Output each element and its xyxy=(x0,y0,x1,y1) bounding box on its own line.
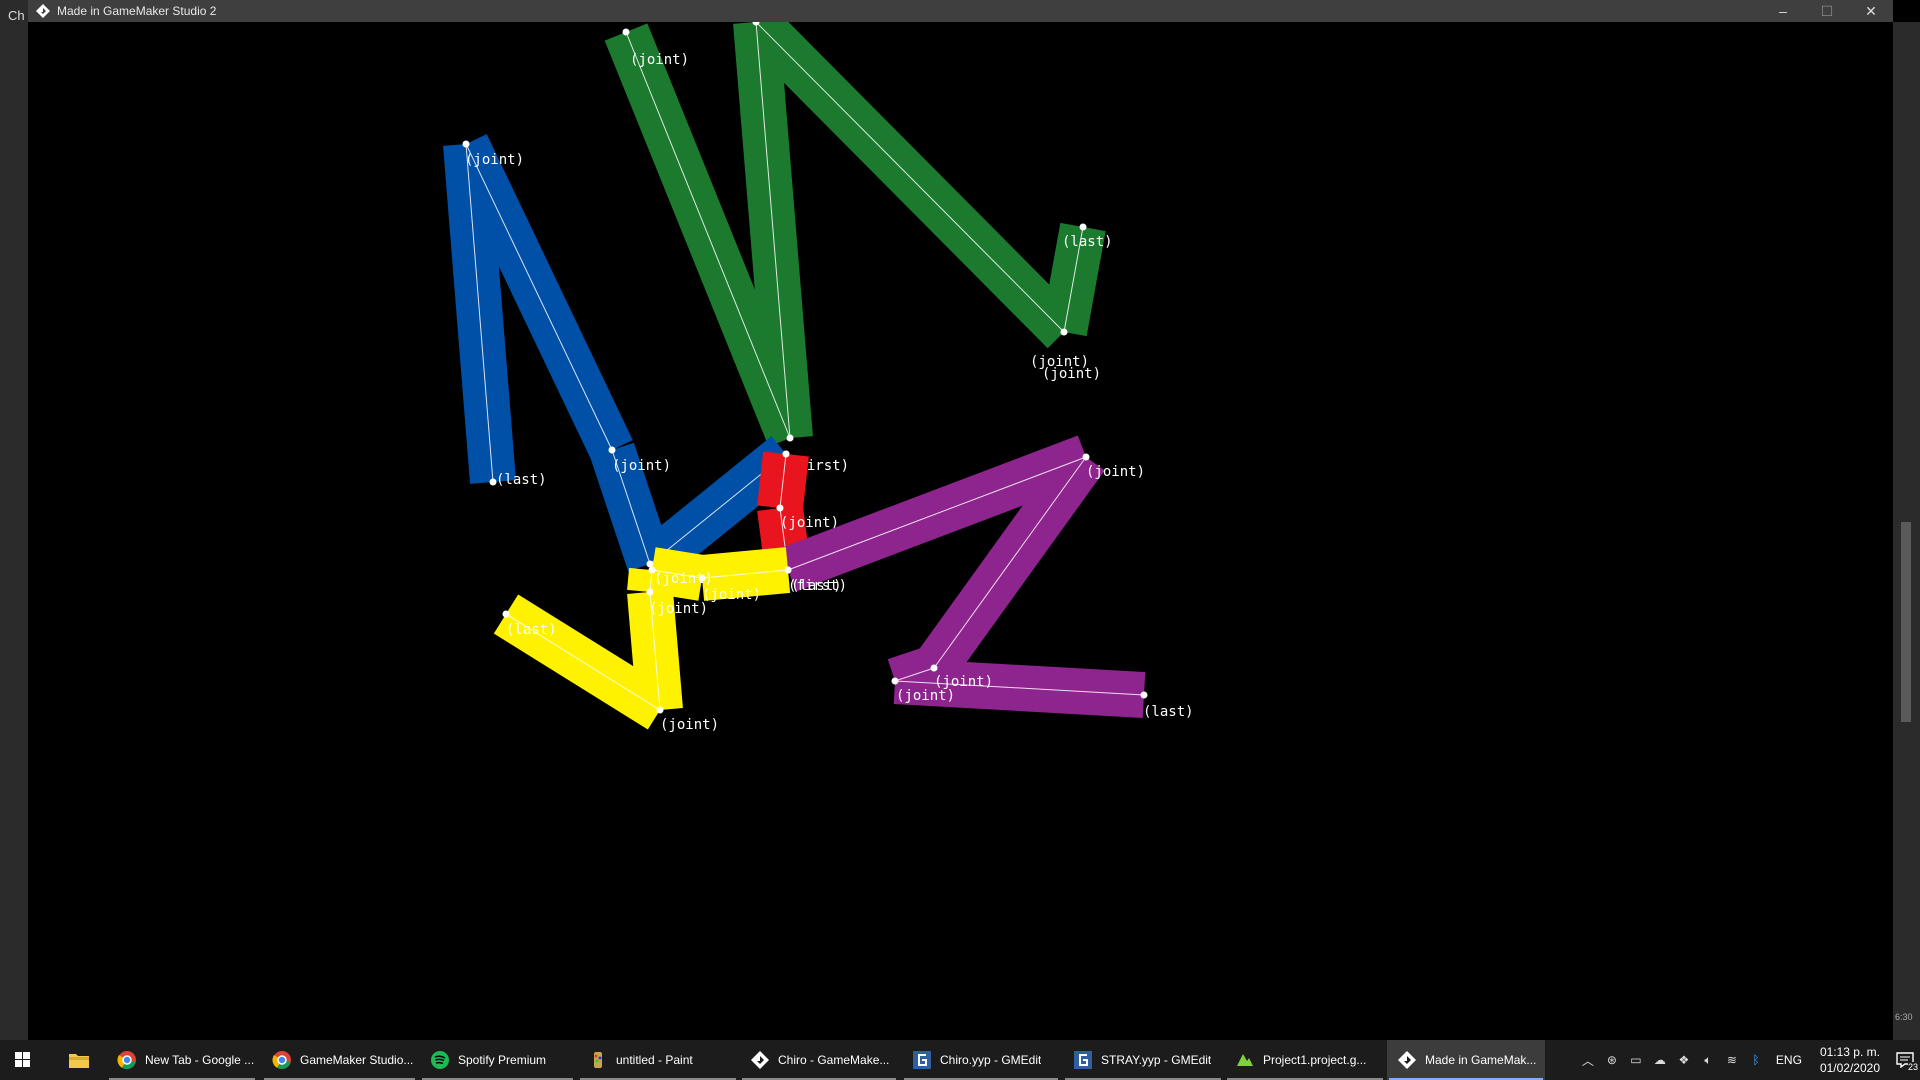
taskbar-app-button[interactable]: Made in GameMak... xyxy=(1387,1040,1545,1080)
yellow-label: (joint) xyxy=(654,571,713,587)
blue-label: (joint) xyxy=(612,458,671,474)
yellow-label: (joint) xyxy=(660,717,719,733)
clock-time: 01:13 p. m. xyxy=(1819,1045,1880,1059)
taskbar-app-button[interactable]: Project1.project.g... xyxy=(1225,1040,1385,1080)
project-icon xyxy=(1237,1054,1253,1066)
desktop: Ch 6:30 Made in GameMaker Studio 2 – ☐ ✕… xyxy=(0,0,1920,1080)
taskbar-app-button[interactable]: Chiro - GameMake... xyxy=(740,1040,898,1080)
taskbar-app-label: untitled - Paint xyxy=(616,1053,693,1067)
language-indicator[interactable]: ENG xyxy=(1776,1052,1802,1068)
green-joint-dot[interactable] xyxy=(1060,328,1068,336)
taskbar-app-label: GameMaker Studio... xyxy=(300,1053,414,1067)
purple-joint-dot[interactable] xyxy=(930,664,938,672)
yellow-joint-dot[interactable] xyxy=(646,588,654,596)
taskbar-app-label: Spotify Premium xyxy=(458,1053,547,1067)
green-bone-line xyxy=(755,22,1065,333)
blue-label: (last) xyxy=(496,472,547,488)
purple-label: (joint) xyxy=(896,688,955,704)
purple-joint-dot[interactable] xyxy=(1082,453,1090,461)
cloud-icon[interactable]: ☁ xyxy=(1652,1052,1668,1068)
chevron-up-icon[interactable]: ︿ xyxy=(1580,1052,1596,1068)
window-titlebar[interactable]: Made in GameMaker Studio 2 – ☐ ✕ xyxy=(28,0,1893,22)
blue-joint-dot[interactable] xyxy=(646,560,654,568)
chain-yellow: (joint)(joint)(joint)(joint)(last) xyxy=(493,547,792,733)
dropbox-icon[interactable]: ❖ xyxy=(1676,1052,1692,1068)
taskbar: New Tab - Google ... GameMaker Studio... S… xyxy=(0,1040,1920,1080)
purple-label: (last) xyxy=(1143,704,1194,720)
purple-label: (joint) xyxy=(1086,464,1145,480)
minimize-button[interactable]: – xyxy=(1761,0,1805,22)
close-button[interactable]: ✕ xyxy=(1849,0,1893,22)
purple-label: (last) xyxy=(791,578,842,594)
taskbar-app-label: Project1.project.g... xyxy=(1263,1053,1367,1067)
chrome-icon xyxy=(272,1051,291,1070)
bluetooth-icon[interactable]: ᛒ xyxy=(1748,1052,1764,1068)
maximize-button[interactable]: ☐ xyxy=(1805,0,1849,22)
green-joint-dot[interactable] xyxy=(622,28,630,36)
green-label: (joint) xyxy=(630,52,689,68)
taskbar-app-label: Made in GameMak... xyxy=(1425,1053,1537,1067)
green-joint-dot[interactable] xyxy=(1079,223,1087,231)
spotify-icon xyxy=(431,1051,449,1069)
start-button[interactable] xyxy=(0,1040,46,1080)
green-label: (last) xyxy=(1062,234,1113,250)
battery-icon[interactable]: ▭ xyxy=(1628,1052,1644,1068)
taskbar-app-label: Chiro.yyp - GMEdit xyxy=(940,1053,1042,1067)
chain-purple: (first)(last)(joint)(joint)(joint)(last) xyxy=(779,435,1194,720)
blue-label: (joint) xyxy=(465,152,524,168)
taskbar-app-label: New Tab - Google ... xyxy=(145,1053,255,1067)
gmedit-icon xyxy=(1074,1051,1092,1069)
taskbar-app-button[interactable]: New Tab - Google ... xyxy=(107,1040,257,1080)
taskbar-app-button[interactable]: STRAY.yyp - GMEdit xyxy=(1063,1040,1223,1080)
scene: (joint)(first)(joint)(joint)(last)(joint… xyxy=(443,22,1194,733)
taskbar-app-label: Chiro - GameMake... xyxy=(778,1053,890,1067)
gmedit-icon xyxy=(913,1051,931,1069)
window-title: Made in GameMaker Studio 2 xyxy=(57,4,217,18)
clock[interactable]: 01:13 p. m. 01/02/2020 xyxy=(1820,1044,1880,1076)
red-label: (joint) xyxy=(780,515,839,531)
gamemaker-icon xyxy=(36,4,50,18)
green-joint-dot[interactable] xyxy=(786,434,794,442)
purple-joint-dot[interactable] xyxy=(1140,691,1148,699)
yellow-label: (joint) xyxy=(702,587,761,603)
taskbar-app-button[interactable]: Spotify Premium xyxy=(420,1040,575,1080)
gamemaker-icon xyxy=(751,1051,769,1069)
game-window[interactable]: Made in GameMaker Studio 2 – ☐ ✕ (joint)… xyxy=(28,0,1893,1040)
gamemaker-icon xyxy=(1398,1051,1416,1069)
folder-icon xyxy=(69,1054,89,1068)
purple-joint-dot[interactable] xyxy=(891,677,899,685)
yellow-joint-dot[interactable] xyxy=(502,610,510,618)
green-label: (joint) xyxy=(1042,366,1101,382)
system-tray: ︿ ⊛ ▭ ☁ ❖ 🔈︎ ≋ ᛒ ENG 01:13 p. m. 01/02/2… xyxy=(1576,1040,1920,1080)
red-joint-dot[interactable] xyxy=(776,504,784,512)
blue-joint-dot[interactable] xyxy=(608,446,616,454)
taskbar-app-label: STRAY.yyp - GMEdit xyxy=(1101,1053,1212,1067)
volume-icon[interactable]: 🔈︎ xyxy=(1700,1052,1716,1068)
clock-date: 01/02/2020 xyxy=(1819,1061,1880,1075)
paint-icon xyxy=(594,1052,602,1068)
chrome-icon xyxy=(117,1051,136,1070)
notification-center-button[interactable]: 23 xyxy=(1890,1040,1920,1080)
windows-icon xyxy=(15,1052,30,1067)
file-explorer-button[interactable] xyxy=(56,1040,102,1080)
scrollbar-thumb[interactable] xyxy=(1901,522,1911,722)
notification-count: 23 xyxy=(1907,1062,1918,1072)
background-app-scrollbar[interactable]: 6:30 xyxy=(1893,22,1920,1040)
app-tray-icon[interactable]: ⊛ xyxy=(1604,1052,1620,1068)
red-joint-dot[interactable] xyxy=(782,450,790,458)
yellow-label: (last) xyxy=(506,622,557,638)
yellow-joint-dot[interactable] xyxy=(656,706,664,714)
taskbar-app-button[interactable]: untitled - Paint xyxy=(578,1040,738,1080)
background-app-title: Ch xyxy=(8,8,25,23)
taskbar-app-button[interactable]: Chiro.yyp - GMEdit xyxy=(902,1040,1060,1080)
background-status-text: 6:30 xyxy=(1895,1012,1913,1022)
background-app-panel[interactable]: Ch xyxy=(0,0,29,1040)
chain-green: (joint)(first)(joint)(joint)(last) xyxy=(604,22,1113,474)
yellow-joint-dot[interactable] xyxy=(784,566,792,574)
yellow-label: (joint) xyxy=(649,601,708,617)
game-canvas[interactable]: (joint) (first) (joint) (joint) (last) (joint… xyxy=(28,22,1893,1040)
blue-joint-dot[interactable] xyxy=(462,140,470,148)
taskbar-app-button[interactable]: GameMaker Studio... xyxy=(262,1040,417,1080)
wifi-icon[interactable]: ≋ xyxy=(1724,1052,1740,1068)
